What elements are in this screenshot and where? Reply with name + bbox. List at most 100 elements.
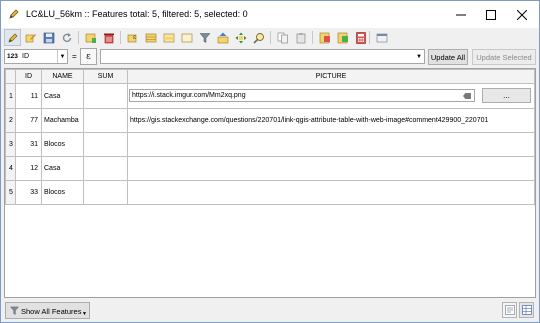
expression-input[interactable]: ▼ bbox=[100, 49, 425, 64]
delete-field-button[interactable] bbox=[316, 29, 333, 46]
select-by-expression-button[interactable]: ε bbox=[124, 29, 141, 46]
update-selected-button[interactable]: Update Selected bbox=[472, 49, 536, 65]
cell-id[interactable]: 77 bbox=[15, 108, 42, 133]
picture-editor: https://i.stack.imgur.com/Mm2xq.png ... bbox=[129, 85, 534, 108]
column-header-id[interactable]: ID bbox=[15, 69, 42, 84]
equals-label: = bbox=[72, 52, 77, 61]
filter-icon bbox=[10, 306, 19, 315]
minimize-icon bbox=[456, 14, 466, 15]
toolbar-separator bbox=[270, 31, 271, 44]
corner-cell[interactable] bbox=[5, 69, 16, 84]
picture-path-input[interactable]: https://i.stack.imgur.com/Mm2xq.png bbox=[129, 89, 475, 102]
cell-sum[interactable] bbox=[83, 156, 128, 181]
cell-picture[interactable] bbox=[127, 180, 535, 205]
cell-picture[interactable] bbox=[127, 132, 535, 157]
maximize-icon bbox=[486, 9, 496, 20]
pencil-icon bbox=[9, 9, 19, 19]
cell-sum[interactable] bbox=[83, 83, 128, 109]
field-select[interactable]: 123 ID ▼ bbox=[4, 49, 68, 64]
row-number[interactable]: 4 bbox=[5, 156, 16, 181]
delete-feature-button[interactable] bbox=[100, 29, 117, 46]
filter-selection-button[interactable] bbox=[196, 29, 213, 46]
field-calculator-bar: 123 ID ▼ = ε ▼ Update All Update Selecte… bbox=[1, 47, 539, 67]
column-header-name[interactable]: NAME bbox=[41, 69, 84, 84]
show-all-features-button[interactable]: Show All Features ▼ bbox=[5, 302, 90, 319]
table-row[interactable]: 2 77 Machamba https://gis.stackexchange.… bbox=[5, 108, 535, 133]
table-row[interactable]: 5 33 Blocos bbox=[5, 180, 535, 205]
cell-sum[interactable] bbox=[83, 180, 128, 205]
field-calculator-button[interactable] bbox=[352, 29, 369, 46]
invert-selection-button[interactable] bbox=[160, 29, 177, 46]
row-number[interactable]: 1 bbox=[5, 83, 16, 109]
save-edits-button[interactable] bbox=[40, 29, 57, 46]
title-bar: LC&LU_56km :: Features total: 5, filtere… bbox=[1, 1, 539, 28]
cell-name[interactable]: Blocos bbox=[41, 180, 84, 205]
cell-sum[interactable] bbox=[83, 132, 128, 157]
new-field-button[interactable] bbox=[334, 29, 351, 46]
clear-icon[interactable] bbox=[463, 93, 471, 99]
field-calculator-icon bbox=[355, 31, 366, 44]
pan-to-selection-button[interactable] bbox=[232, 29, 249, 46]
multi-edit-icon bbox=[25, 33, 36, 42]
toggle-editing-button[interactable] bbox=[4, 29, 21, 46]
attribute-table-window: LC&LU_56km :: Features total: 5, filtere… bbox=[0, 0, 540, 323]
close-button[interactable] bbox=[507, 1, 537, 28]
close-icon bbox=[517, 9, 527, 20]
cell-sum[interactable] bbox=[83, 108, 128, 133]
reload-button[interactable] bbox=[58, 29, 75, 46]
update-all-button[interactable]: Update All bbox=[428, 49, 468, 65]
toolbar-separator bbox=[369, 31, 370, 44]
copy-rows-button[interactable] bbox=[274, 29, 291, 46]
select-by-expression-icon: ε bbox=[127, 34, 136, 42]
table-row[interactable]: 1 11 Casa https://i.stack.imgur.com/Mm2x… bbox=[5, 83, 535, 109]
delete-field-icon bbox=[319, 32, 330, 43]
minimize-button[interactable] bbox=[446, 1, 476, 28]
row-number[interactable]: 2 bbox=[5, 108, 16, 133]
column-header-sum[interactable]: SUM bbox=[83, 69, 128, 84]
chevron-down-icon: ▼ bbox=[57, 50, 67, 63]
cell-id[interactable]: 31 bbox=[15, 132, 42, 157]
toggle-editing-icon bbox=[7, 33, 17, 43]
cell-picture[interactable]: https://i.stack.imgur.com/Mm2xq.png ... bbox=[127, 83, 535, 109]
form-view-button[interactable] bbox=[502, 302, 517, 318]
select-all-button[interactable] bbox=[142, 29, 159, 46]
add-feature-button[interactable] bbox=[82, 29, 99, 46]
show-all-features-label: Show All Features bbox=[21, 307, 82, 316]
move-selection-top-button[interactable] bbox=[214, 29, 231, 46]
multi-edit-button[interactable] bbox=[22, 29, 39, 46]
cell-picture[interactable] bbox=[127, 156, 535, 181]
zoom-to-selection-button[interactable] bbox=[250, 29, 267, 46]
toolbar-separator bbox=[78, 31, 79, 44]
cell-picture[interactable]: https://gis.stackexchange.com/questions/… bbox=[127, 108, 535, 133]
table-view-icon bbox=[521, 305, 532, 315]
table-row[interactable]: 3 31 Blocos bbox=[5, 132, 535, 157]
attribute-grid: ID NAME SUM PICTURE 1 11 Casa https://i.… bbox=[5, 69, 535, 205]
table-view-button[interactable] bbox=[519, 302, 534, 318]
bottom-bar: Show All Features ▼ bbox=[1, 299, 539, 322]
toolbar-separator bbox=[312, 31, 313, 44]
dock-button[interactable] bbox=[373, 29, 390, 46]
expression-builder-button[interactable]: ε bbox=[80, 48, 97, 65]
cell-id[interactable]: 33 bbox=[15, 180, 42, 205]
paste-features-button[interactable] bbox=[292, 29, 309, 46]
table-row[interactable]: 4 12 Casa bbox=[5, 156, 535, 181]
cell-name[interactable]: Blocos bbox=[41, 132, 84, 157]
cell-id[interactable]: 11 bbox=[15, 83, 42, 109]
paste-features-icon bbox=[296, 32, 305, 43]
column-header-picture[interactable]: PICTURE bbox=[127, 69, 535, 84]
cell-name[interactable]: Machamba bbox=[41, 108, 84, 133]
row-number[interactable]: 3 bbox=[5, 132, 16, 157]
select-all-icon bbox=[145, 33, 156, 42]
chevron-down-icon: ▼ bbox=[416, 53, 422, 60]
deselect-all-button[interactable] bbox=[178, 29, 195, 46]
cell-name[interactable]: Casa bbox=[41, 83, 84, 109]
picture-path-value: https://i.stack.imgur.com/Mm2xq.png bbox=[132, 92, 246, 99]
cell-name[interactable]: Casa bbox=[41, 156, 84, 181]
maximize-button[interactable] bbox=[476, 1, 506, 28]
chevron-down-icon: ▼ bbox=[82, 311, 87, 317]
browse-button[interactable]: ... bbox=[482, 88, 531, 103]
row-number[interactable]: 5 bbox=[5, 180, 16, 205]
header-row: ID NAME SUM PICTURE bbox=[5, 69, 535, 84]
move-selection-top-icon bbox=[217, 32, 228, 43]
cell-id[interactable]: 12 bbox=[15, 156, 42, 181]
